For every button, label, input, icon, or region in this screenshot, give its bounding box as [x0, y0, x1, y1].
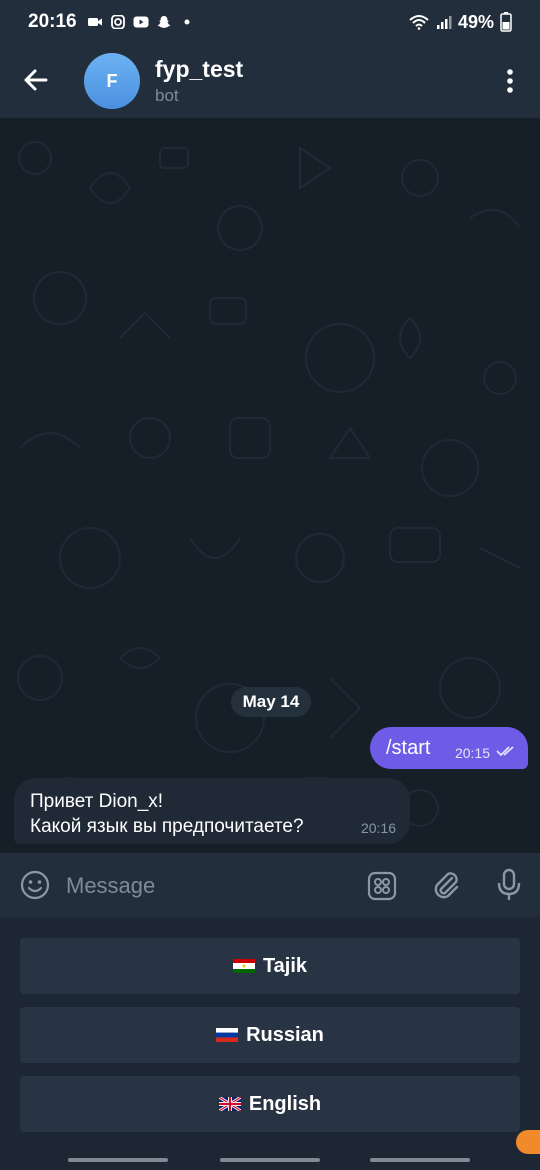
message-input[interactable]: [66, 871, 346, 901]
chat-subtitle: bot: [155, 86, 179, 105]
youtube-icon: [133, 16, 149, 28]
floating-badge-icon[interactable]: [516, 1130, 540, 1154]
microphone-icon[interactable]: [494, 868, 524, 902]
signal-icon: [436, 16, 452, 29]
nav-home-button[interactable]: [220, 1158, 320, 1162]
snapchat-icon: [157, 16, 171, 28]
status-bar: 20:16 49%: [0, 0, 540, 44]
keyboard-button-russian[interactable]: Russian: [20, 1007, 520, 1063]
bot-keyboard: Tajik Russian English: [0, 917, 540, 1170]
bot-commands-icon[interactable]: [367, 871, 397, 901]
chat-area[interactable]: May 14 /start 20:15 Привет Dion_x! Какой…: [0, 118, 540, 853]
message-line: Какой язык вы предпочитаете?: [30, 816, 304, 837]
status-right: 49%: [408, 12, 512, 33]
battery-percent: 49%: [457, 11, 494, 32]
more-menu-icon[interactable]: [502, 66, 518, 96]
nav-back-button[interactable]: [370, 1158, 470, 1162]
message-time: 20:16: [360, 820, 396, 836]
chat-header: F fyp_test bot: [0, 44, 540, 118]
russia-flag-icon: [216, 1028, 239, 1042]
back-arrow-icon[interactable]: [22, 66, 50, 94]
avatar[interactable]: F: [84, 53, 140, 109]
dot-icon: [184, 19, 190, 25]
message-time: 20:15: [454, 745, 490, 761]
date-separator: May 14: [231, 687, 311, 717]
keyboard-button-label: Russian: [246, 1023, 324, 1046]
keyboard-button-tajik[interactable]: Tajik: [20, 938, 520, 994]
keyboard-button-label: English: [248, 1092, 322, 1115]
instagram-icon: [110, 15, 125, 29]
uk-flag-icon: [218, 1097, 241, 1111]
message-line: Привет Dion_x!: [30, 791, 164, 812]
message-composer: [0, 853, 540, 917]
notification-icons: [87, 15, 195, 29]
read-ticks-icon: [496, 746, 514, 757]
tajikistan-flag-icon: [232, 959, 255, 973]
battery-icon: [500, 12, 512, 32]
status-time: 20:16: [28, 11, 77, 32]
attach-icon[interactable]: [430, 869, 462, 901]
wifi-icon: [409, 15, 429, 30]
system-navigation-bar: [0, 1152, 540, 1170]
nav-recents-button[interactable]: [68, 1158, 168, 1162]
chat-title[interactable]: fyp_test: [155, 56, 243, 83]
outgoing-message[interactable]: /start 20:15: [370, 727, 528, 769]
keyboard-button-label: Tajik: [262, 954, 308, 977]
keyboard-button-english[interactable]: English: [20, 1076, 520, 1132]
video-icon: [87, 18, 102, 26]
message-text: /start: [386, 736, 431, 759]
incoming-message[interactable]: Привет Dion_x! Какой язык вы предпочитае…: [14, 778, 410, 844]
emoji-icon[interactable]: [20, 870, 50, 900]
